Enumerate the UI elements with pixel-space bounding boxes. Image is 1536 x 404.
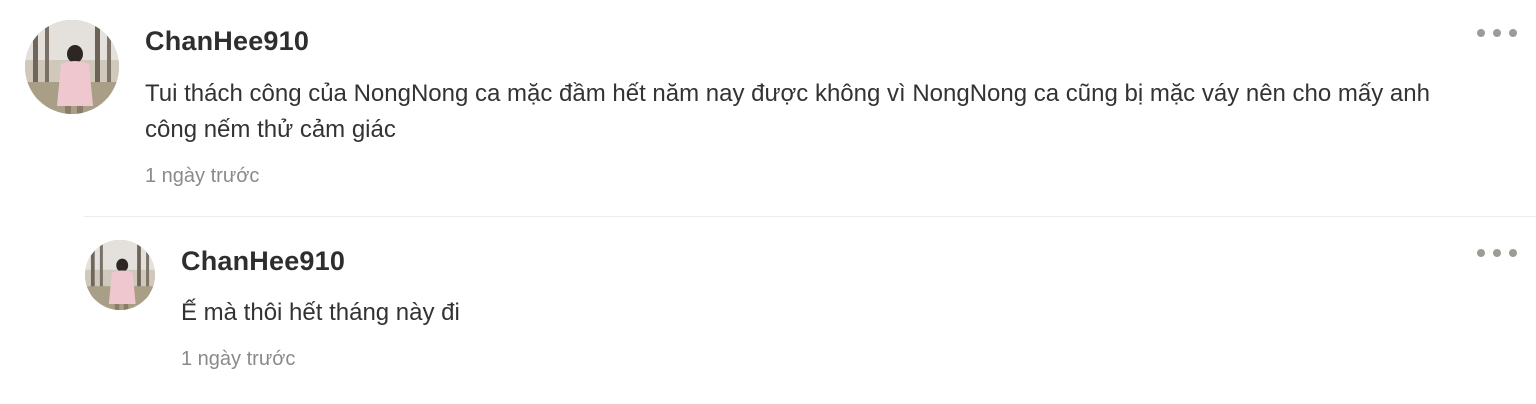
reply-item: ChanHee910 Ế mà thôi hết tháng này đi 1 … xyxy=(0,217,1536,404)
avatar[interactable] xyxy=(85,240,155,310)
more-dot-icon xyxy=(1477,249,1485,257)
more-dot-icon xyxy=(1477,29,1485,37)
reply-timestamp: 1 ngày trước xyxy=(181,348,296,370)
reply-username[interactable]: ChanHee910 xyxy=(181,246,345,277)
comment-timestamp: 1 ngày trước xyxy=(145,165,260,187)
avatar[interactable] xyxy=(25,20,119,114)
more-options-button[interactable] xyxy=(1477,243,1517,263)
more-dot-icon xyxy=(1509,29,1517,37)
comment-username[interactable]: ChanHee910 xyxy=(145,26,309,57)
comment-text: Tui thách công của NongNong ca mặc đầm h… xyxy=(145,80,1430,143)
more-dot-icon xyxy=(1493,29,1501,37)
user-avatar-image xyxy=(85,240,155,310)
user-avatar-image xyxy=(25,20,119,114)
more-dot-icon xyxy=(1509,249,1517,257)
more-dot-icon xyxy=(1493,249,1501,257)
reply-text: Ế mà thôi hết tháng này đi xyxy=(181,299,460,326)
more-options-button[interactable] xyxy=(1477,23,1517,43)
comment-item: ChanHee910 Tui thách công của NongNong c… xyxy=(0,0,1536,216)
